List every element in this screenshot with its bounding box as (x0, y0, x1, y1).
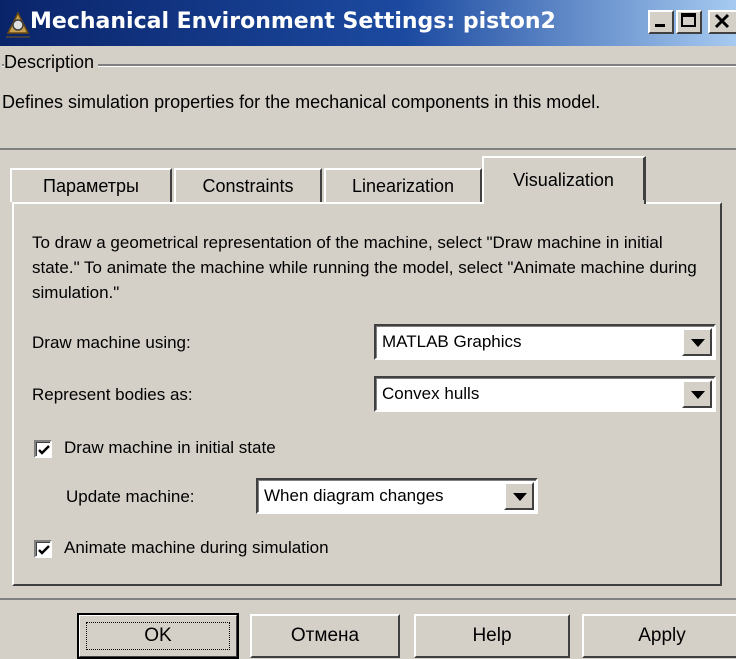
update-machine-dropdown-button[interactable] (504, 482, 534, 510)
represent-bodies-select[interactable]: Convex hulls (374, 376, 716, 412)
apply-button[interactable]: Apply (582, 614, 736, 658)
represent-bodies-label: Represent bodies as: (32, 385, 193, 404)
help-button[interactable]: Help (414, 614, 570, 658)
settings-window: Mechanical Environment Settings: piston2… (0, 0, 736, 659)
tab-parameters[interactable]: Параметры (10, 168, 172, 202)
minimize-icon (655, 24, 665, 27)
animate-label: Animate machine during simulation (64, 538, 329, 557)
chevron-down-icon (691, 339, 705, 347)
chevron-down-icon (513, 493, 527, 501)
tab-linearization[interactable]: Linearization (324, 168, 482, 202)
close-icon (714, 13, 730, 29)
update-machine-value: When diagram changes (264, 486, 444, 505)
update-machine-label: Update machine: (66, 487, 195, 506)
maximize-icon (681, 13, 696, 27)
maximize-button[interactable] (676, 10, 702, 34)
draw-using-dropdown-button[interactable] (682, 328, 712, 356)
minimize-button[interactable] (648, 10, 674, 34)
draw-using-select[interactable]: MATLAB Graphics (374, 324, 716, 360)
draw-using-value: MATLAB Graphics (382, 332, 522, 351)
draw-using-label: Draw machine using: (32, 333, 191, 352)
represent-bodies-value: Convex hulls (382, 384, 480, 403)
draw-initial-label: Draw machine in initial state (64, 438, 276, 457)
cancel-button[interactable]: Отмена (250, 614, 400, 658)
chevron-down-icon (691, 391, 705, 399)
animate-checkbox[interactable] (34, 540, 52, 558)
description-text: Defines simulation properties for the me… (2, 92, 601, 112)
draw-initial-checkbox[interactable] (34, 440, 52, 458)
represent-bodies-dropdown-button[interactable] (682, 380, 712, 408)
visualization-info: To draw a geometrical representation of … (32, 233, 697, 302)
checkmark-icon (38, 445, 50, 455)
ok-button[interactable]: OK (77, 613, 239, 659)
tab-visualization[interactable]: Visualization (482, 156, 646, 204)
description-label: Description (4, 52, 99, 73)
checkmark-icon (38, 545, 50, 555)
update-machine-select[interactable]: When diagram changes (256, 478, 538, 514)
tab-constraints[interactable]: Constraints (174, 168, 322, 202)
close-button[interactable] (708, 10, 736, 34)
button-separator (0, 598, 736, 600)
window-title: Mechanical Environment Settings: piston2 (30, 9, 556, 34)
divider (0, 148, 736, 150)
title-bar[interactable]: Mechanical Environment Settings: piston2 (0, 0, 736, 46)
